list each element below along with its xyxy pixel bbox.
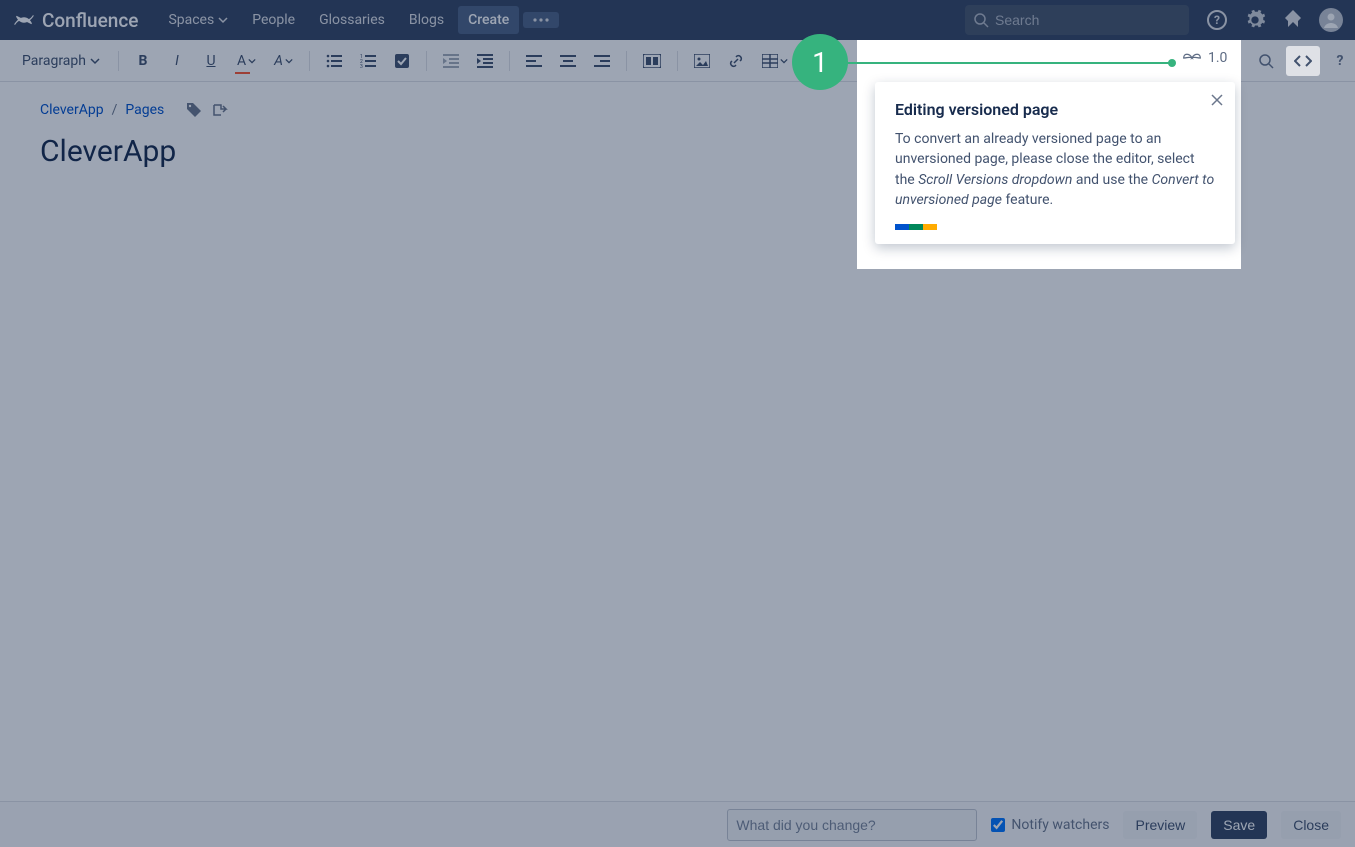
underline-button[interactable]: U — [197, 46, 225, 76]
close-icon — [1211, 94, 1223, 106]
popover-body: To convert an already versioned page to … — [895, 129, 1215, 210]
settings-button[interactable] — [1243, 8, 1267, 32]
bold-button[interactable]: B — [129, 46, 157, 76]
align-right-icon — [594, 55, 610, 67]
nav-spaces-label: Spaces — [168, 12, 214, 28]
popover-close-button[interactable] — [1211, 94, 1223, 106]
numbered-list-icon: 123 — [360, 54, 376, 68]
notifications-button[interactable] — [1281, 8, 1305, 32]
toolbar-right: ? — [1252, 46, 1354, 76]
change-comment-input[interactable] — [727, 809, 977, 841]
save-button[interactable]: Save — [1211, 811, 1267, 839]
preview-button[interactable]: Preview — [1123, 811, 1197, 839]
breadcrumb-icons — [186, 102, 228, 118]
popover-title: Editing versioned page — [895, 100, 1215, 119]
brand-stripe — [895, 224, 937, 230]
annotation-badge: 1 — [792, 34, 848, 90]
separator — [626, 51, 627, 71]
separator — [677, 51, 678, 71]
move-icon — [212, 102, 228, 118]
close-button[interactable]: Close — [1281, 811, 1341, 839]
chevron-down-icon — [90, 56, 100, 66]
annotation-connector — [844, 62, 1172, 64]
editor-help-button[interactable]: ? — [1326, 46, 1354, 76]
layout-button[interactable] — [637, 46, 667, 76]
paragraph-dropdown[interactable]: Paragraph — [14, 49, 108, 73]
chevron-down-icon — [218, 15, 228, 25]
help-button[interactable]: ? — [1205, 8, 1229, 32]
create-button[interactable]: Create — [458, 6, 519, 34]
nav-people[interactable]: People — [242, 6, 305, 34]
ellipsis-icon — [533, 18, 549, 22]
notify-watchers[interactable]: Notify watchers — [991, 817, 1109, 833]
separator — [509, 51, 510, 71]
outdent-icon — [443, 54, 459, 68]
avatar-icon — [1322, 11, 1340, 29]
task-list-button[interactable] — [388, 46, 416, 76]
chevron-down-icon — [248, 57, 256, 65]
source-button[interactable] — [1286, 46, 1320, 76]
text-color-button[interactable]: A — [231, 46, 262, 76]
svg-text:?: ? — [1214, 13, 1220, 27]
version-indicator[interactable]: 1.0 — [1182, 50, 1227, 66]
tag-icon — [186, 102, 202, 118]
breadcrumb-sep: / — [112, 102, 118, 118]
table-button[interactable] — [756, 46, 794, 76]
find-button[interactable] — [1252, 46, 1280, 76]
confluence-logo[interactable]: Confluence — [12, 8, 138, 32]
logo-text: Confluence — [42, 9, 138, 32]
search-icon — [973, 12, 989, 28]
nav-spaces[interactable]: Spaces — [158, 6, 238, 34]
numbered-list-button[interactable]: 123 — [354, 46, 382, 76]
breadcrumb-space[interactable]: CleverApp — [40, 102, 104, 118]
nav-more-button[interactable] — [523, 12, 559, 28]
gear-icon — [1244, 9, 1266, 31]
avatar-button[interactable] — [1319, 8, 1343, 32]
separator — [118, 51, 119, 71]
align-right-button[interactable] — [588, 46, 616, 76]
align-left-button[interactable] — [520, 46, 548, 76]
checkbox-icon — [394, 53, 410, 69]
leaf-icon — [1182, 50, 1202, 66]
align-center-icon — [560, 55, 576, 67]
top-nav: Confluence Spaces People Glossaries Blog… — [0, 0, 1355, 40]
nav-items: Spaces People Glossaries Blogs Create — [158, 6, 559, 34]
labels-button[interactable] — [186, 102, 202, 118]
chevron-down-icon — [780, 57, 788, 65]
top-icons: ? — [1205, 8, 1343, 32]
nav-blogs[interactable]: Blogs — [399, 6, 454, 34]
more-format-button[interactable]: A — [268, 46, 299, 76]
image-button[interactable] — [688, 46, 716, 76]
separator — [309, 51, 310, 71]
help-icon: ? — [1206, 9, 1228, 31]
align-left-icon — [526, 55, 542, 67]
align-center-button[interactable] — [554, 46, 582, 76]
confluence-icon — [12, 8, 36, 32]
search-icon — [1258, 53, 1274, 69]
nav-glossaries[interactable]: Glossaries — [309, 6, 395, 34]
link-button[interactable] — [722, 46, 750, 76]
info-popover: Editing versioned page To convert an alr… — [875, 82, 1235, 244]
breadcrumb-pages[interactable]: Pages — [125, 102, 164, 118]
location-button[interactable] — [212, 102, 228, 118]
italic-button[interactable]: I — [163, 46, 191, 76]
indent-icon — [477, 54, 493, 68]
layout-icon — [643, 54, 661, 68]
bullet-list-icon — [326, 54, 342, 68]
image-icon — [694, 54, 710, 68]
notify-checkbox[interactable] — [991, 818, 1005, 832]
search-box[interactable] — [965, 5, 1189, 35]
bottom-bar: Notify watchers Preview Save Close — [0, 801, 1355, 847]
search-input[interactable] — [995, 12, 1181, 28]
code-icon — [1294, 55, 1312, 67]
svg-text:3: 3 — [360, 64, 363, 68]
chevron-down-icon — [285, 57, 293, 65]
notification-icon — [1283, 10, 1303, 30]
indent-button[interactable] — [471, 46, 499, 76]
table-icon — [762, 54, 778, 68]
bullet-list-button[interactable] — [320, 46, 348, 76]
outdent-button[interactable] — [437, 46, 465, 76]
separator — [426, 51, 427, 71]
link-icon — [728, 53, 744, 69]
